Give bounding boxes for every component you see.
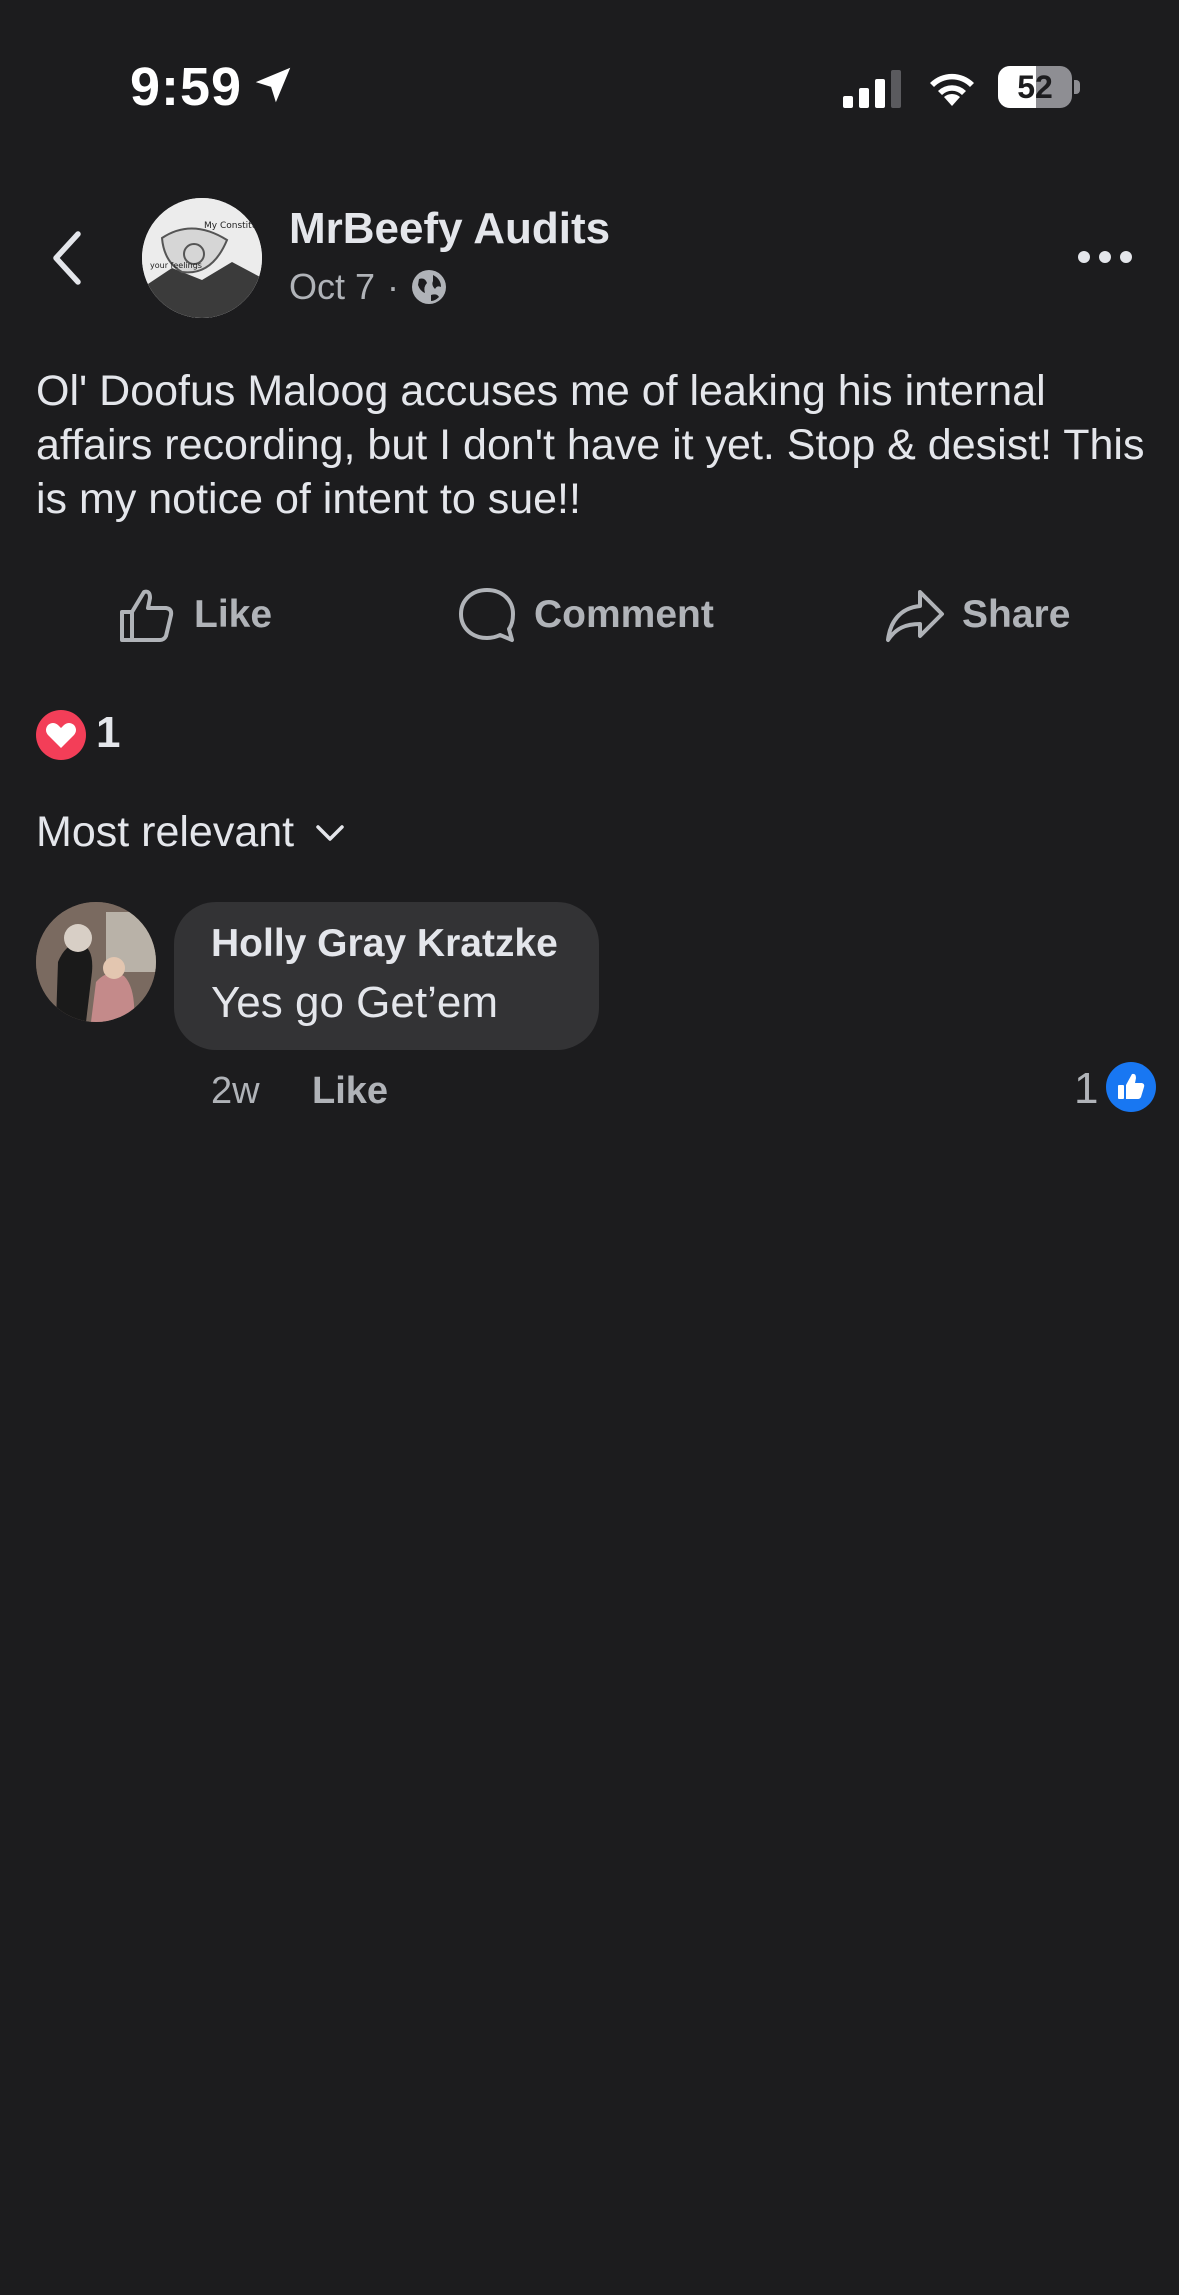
comment-sort-dropdown[interactable]: Most relevant xyxy=(36,808,348,857)
post-meta: Oct 7 · xyxy=(289,266,447,308)
meta-separator: · xyxy=(387,266,400,307)
location-arrow-icon xyxy=(255,67,291,103)
comment-avatar-image xyxy=(36,902,156,1022)
comment-button[interactable]: Comment xyxy=(456,580,714,650)
heart-reaction-icon[interactable] xyxy=(36,710,86,760)
comment-text: Yes go Get’em xyxy=(211,978,498,1027)
comment-author-avatar[interactable] xyxy=(36,902,156,1022)
status-time: 9:59 xyxy=(130,57,243,117)
like-reaction-badge-icon[interactable] xyxy=(1106,1062,1156,1112)
post-date[interactable]: Oct 7 xyxy=(289,266,375,308)
share-button[interactable]: Share xyxy=(884,580,1070,650)
share-label: Share xyxy=(962,593,1071,636)
like-button[interactable]: Like xyxy=(116,580,272,650)
back-chevron-icon[interactable] xyxy=(44,226,92,290)
battery-icon: 52 xyxy=(998,66,1072,108)
comment-like-count[interactable]: 1 xyxy=(1074,1064,1098,1114)
sort-label: Most relevant xyxy=(36,808,295,856)
heart-glyph xyxy=(46,723,76,748)
share-arrow-icon xyxy=(886,590,944,642)
battery-nub xyxy=(1074,80,1080,94)
comment-label: Comment xyxy=(534,593,714,636)
reaction-count[interactable]: 1 xyxy=(96,708,120,758)
page-avatar-image: My Constitutional Rights your feelings xyxy=(142,198,262,318)
wifi-icon xyxy=(930,73,974,106)
comment-author-name[interactable]: Holly Gray Kratzke xyxy=(211,922,558,966)
thumbs-up-icon xyxy=(120,589,174,642)
chevron-down-icon xyxy=(316,824,344,841)
avatar-text-1: My Constitutional Rights xyxy=(204,221,262,231)
comment-bubble-icon xyxy=(459,588,515,642)
page-avatar[interactable]: My Constitutional Rights your feelings xyxy=(142,198,262,318)
cellular-signal-icon xyxy=(843,70,901,108)
like-label: Like xyxy=(194,593,273,636)
comment-timestamp: 2w xyxy=(211,1070,260,1112)
globe-icon xyxy=(412,270,447,304)
comment-like-button[interactable]: Like xyxy=(312,1070,388,1113)
battery-percent: 52 xyxy=(1017,69,1053,105)
page-name[interactable]: MrBeefy Audits xyxy=(289,204,610,254)
post-text: Ol' Doofus Maloog accuses me of leaking … xyxy=(36,367,1145,523)
thumbs-up-badge-glyph xyxy=(1118,1073,1145,1099)
avatar-text-2: your feelings xyxy=(150,261,202,270)
more-options-icon[interactable] xyxy=(1076,244,1134,270)
